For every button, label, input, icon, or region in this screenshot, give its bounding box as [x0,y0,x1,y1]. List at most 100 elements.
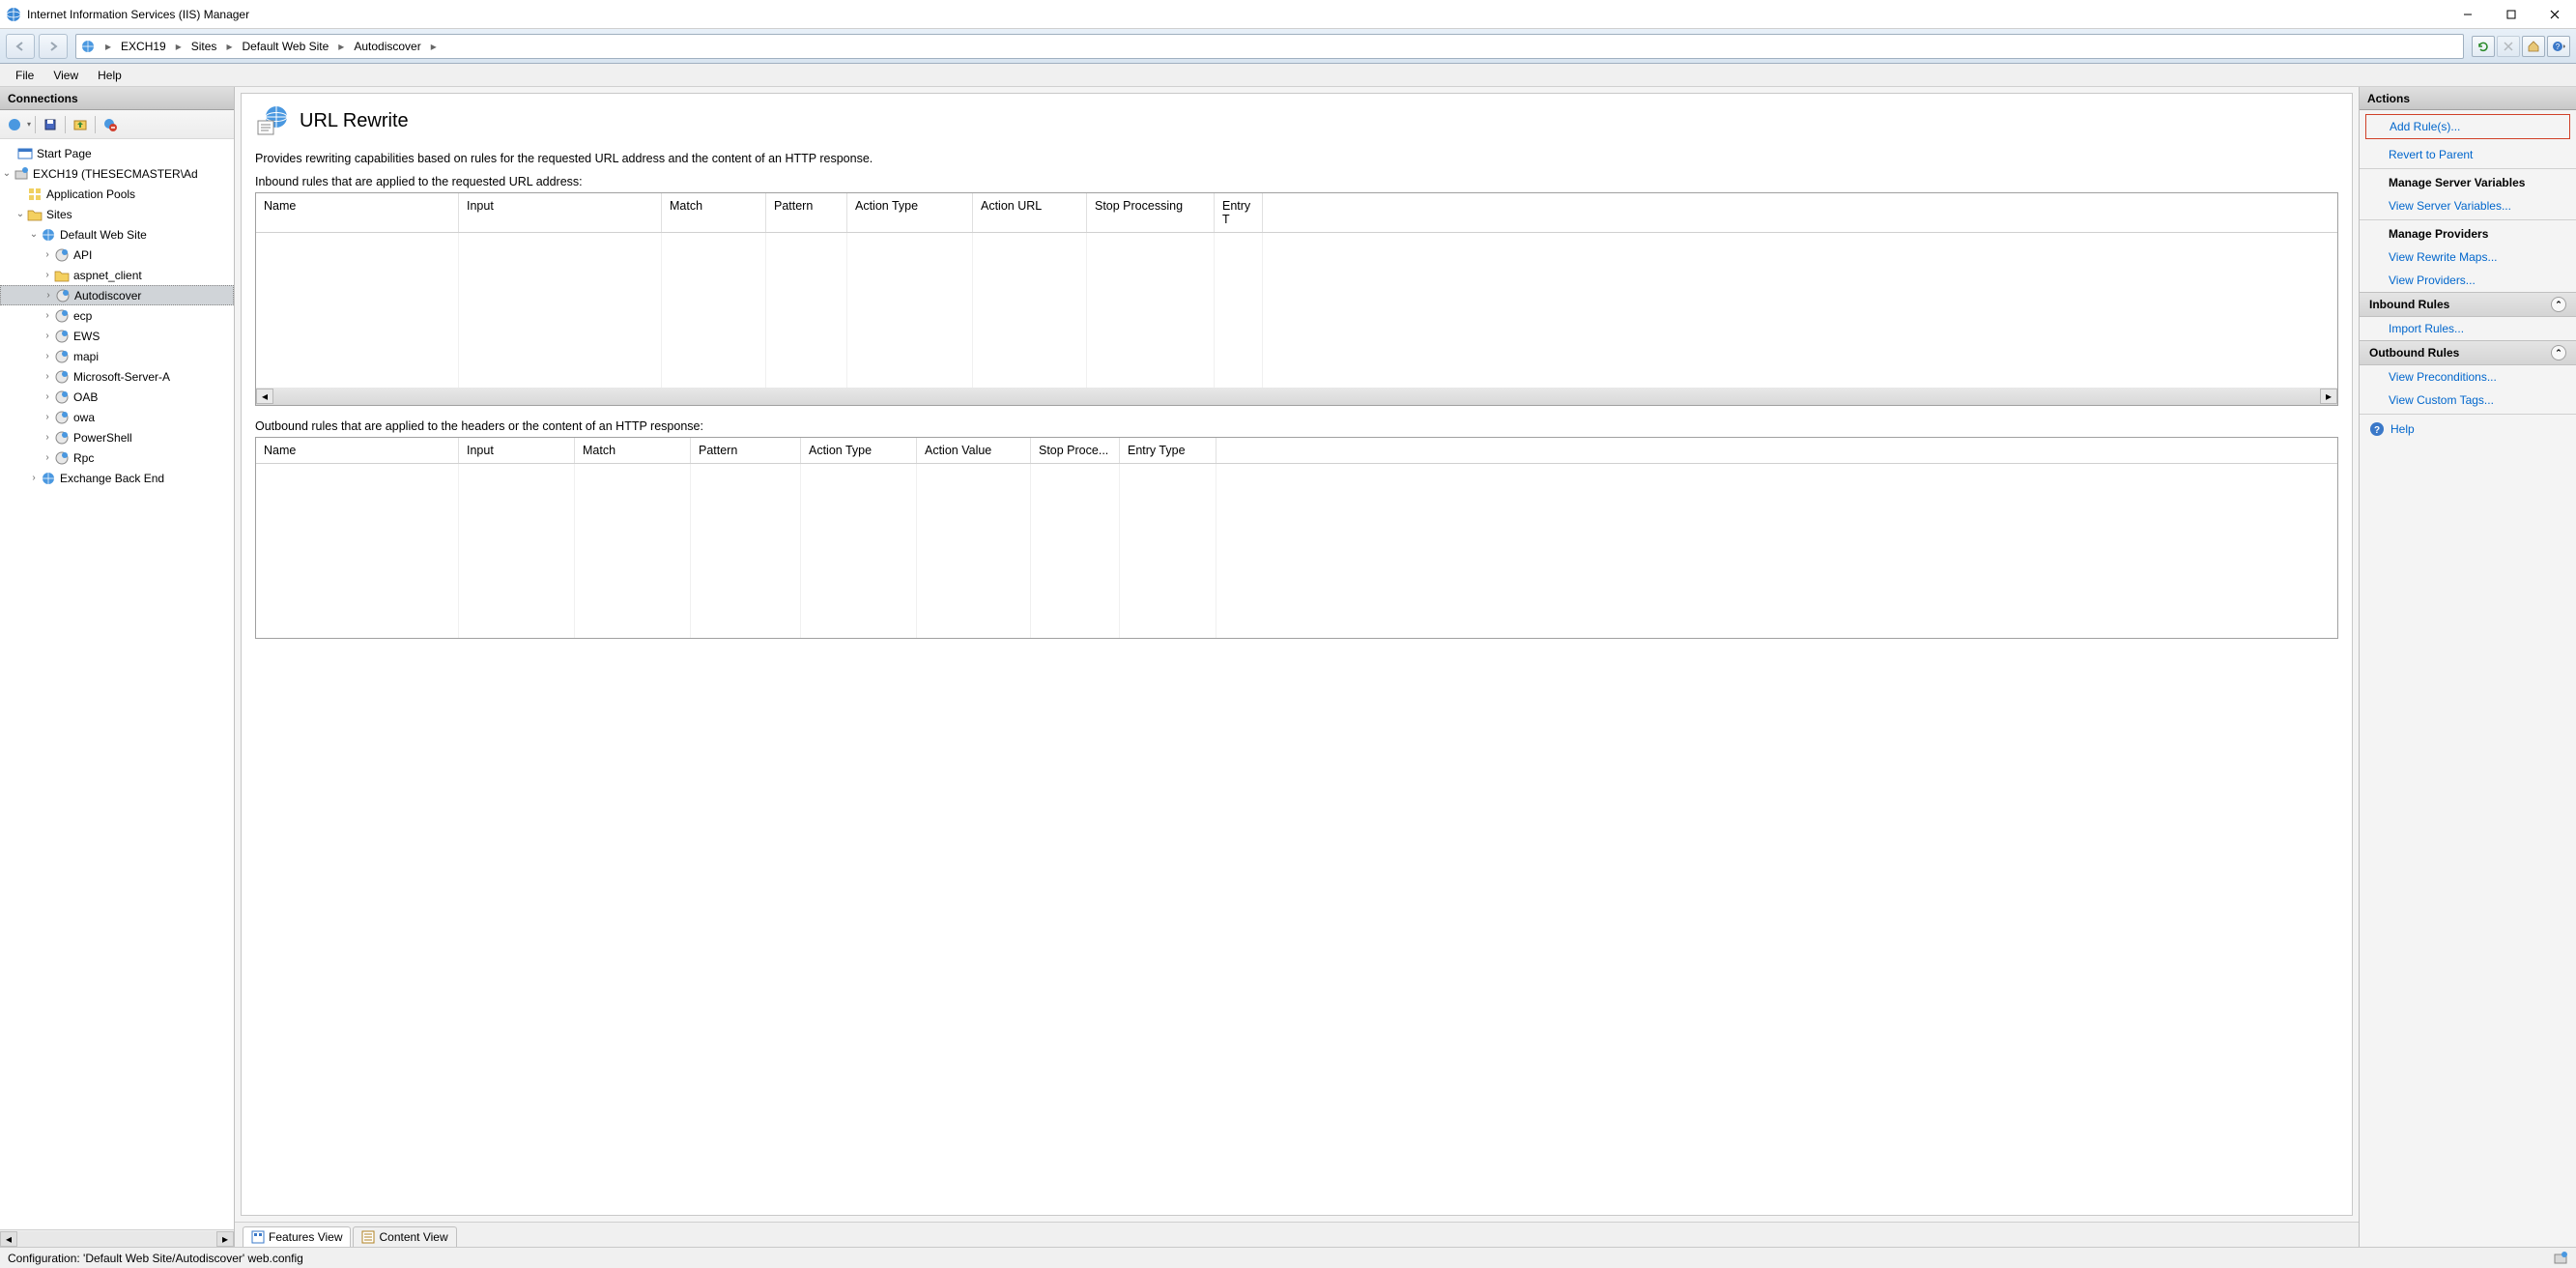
column-header[interactable]: Pattern [691,438,801,463]
tree-toggle[interactable]: › [41,412,54,422]
column-header[interactable]: Input [459,193,662,232]
scroll-right-button[interactable]: ▸ [216,1231,234,1247]
view-tabs: Features View Content View [235,1222,2359,1247]
menu-help[interactable]: Help [88,66,131,85]
view-rewrite-maps-link[interactable]: View Rewrite Maps... [2360,245,2576,269]
tree-site-child[interactable]: ›Rpc [0,447,234,468]
column-header[interactable]: Match [662,193,766,232]
add-rules-button[interactable]: Add Rule(s)... [2365,114,2570,139]
column-header[interactable]: Action URL [973,193,1087,232]
tree-start-page[interactable]: Start Page [0,143,234,163]
tree-app-pools[interactable]: Application Pools [0,184,234,204]
view-server-variables-link[interactable]: View Server Variables... [2360,194,2576,217]
tree-toggle[interactable]: › [41,351,54,361]
tree-site-child[interactable]: ›Microsoft-Server-A [0,366,234,387]
breadcrumb-item[interactable]: Default Web Site [238,38,332,55]
import-rules-link[interactable]: Import Rules... [2360,317,2576,340]
view-providers-link[interactable]: View Providers... [2360,269,2576,292]
collapse-icon[interactable]: ⌃ [2551,297,2566,312]
connections-panel: Connections ▾ Start Page ⌄ EXCH19 (THESE… [0,87,235,1247]
tree-site-child[interactable]: ›Autodiscover [0,285,234,305]
features-view-tab[interactable]: Features View [243,1226,351,1247]
tree-toggle[interactable]: › [41,452,54,463]
tree-toggle[interactable]: › [41,310,54,321]
connections-tree[interactable]: Start Page ⌄ EXCH19 (THESECMASTER\Ad App… [0,139,234,1229]
tree-site-child[interactable]: ›aspnet_client [0,265,234,285]
tree-site-child[interactable]: ›PowerShell [0,427,234,447]
column-header[interactable]: Name [256,438,459,463]
tree-toggle[interactable]: ⌄ [14,209,27,219]
tree-site-child[interactable]: › OAB [0,387,234,407]
remove-connection-button[interactable] [100,114,121,135]
app-icon [54,430,70,446]
tree-toggle[interactable]: › [41,391,54,402]
revert-to-parent-link[interactable]: Revert to Parent [2360,143,2576,166]
tree-toggle[interactable]: › [41,270,54,280]
tree-site-child[interactable]: ›EWS [0,326,234,346]
menu-view[interactable]: View [43,66,88,85]
tree-toggle[interactable]: › [41,371,54,382]
content-view-tab[interactable]: Content View [353,1226,456,1247]
tree-label: OAB [73,390,98,404]
tree-toggle[interactable]: ⌄ [27,229,41,240]
tree-site-child[interactable]: ›ecp [0,305,234,326]
column-header[interactable]: Pattern [766,193,847,232]
scroll-left-button[interactable]: ◂ [256,389,273,404]
nav-back-button[interactable] [6,34,35,59]
stop-button[interactable] [2497,36,2520,57]
dropdown-arrow-icon[interactable]: ▾ [27,120,31,129]
menu-file[interactable]: File [6,66,43,85]
view-custom-tags-link[interactable]: View Custom Tags... [2360,389,2576,412]
tree-exchange-back-end[interactable]: › Exchange Back End [0,468,234,488]
column-header[interactable]: Action Type [801,438,917,463]
grid-horizontal-scrollbar[interactable]: ◂ ▸ [256,388,2337,405]
column-header[interactable]: Name [256,193,459,232]
scroll-right-button[interactable]: ▸ [2320,389,2337,404]
nav-forward-button[interactable] [39,34,68,59]
horizontal-scrollbar[interactable]: ◂ ▸ [0,1229,234,1247]
tree-toggle[interactable]: › [42,290,55,301]
connect-button[interactable] [4,114,25,135]
maximize-button[interactable] [2489,0,2533,28]
tree-sites[interactable]: ⌄ Sites [0,204,234,224]
inbound-rules-section[interactable]: Inbound Rules ⌃ [2360,292,2576,317]
save-button[interactable] [40,114,61,135]
breadcrumb-item[interactable]: Autodiscover [350,38,424,55]
tree-toggle[interactable]: › [41,331,54,341]
view-preconditions-link[interactable]: View Preconditions... [2360,365,2576,389]
scroll-left-button[interactable]: ◂ [0,1231,17,1247]
section-label: Outbound Rules [2369,346,2459,360]
help-link[interactable]: ? Help [2360,417,2576,442]
inbound-rules-grid[interactable]: NameInputMatchPatternAction TypeAction U… [255,192,2338,406]
outbound-rules-grid[interactable]: NameInputMatchPatternAction TypeAction V… [255,437,2338,639]
column-header[interactable]: Entry Type [1120,438,1216,463]
section-label: Inbound Rules [2369,298,2449,311]
breadcrumb-item[interactable]: Sites [187,38,221,55]
breadcrumb[interactable]: ▸ EXCH19 ▸ Sites ▸ Default Web Site ▸ Au… [75,34,2464,59]
tree-server[interactable]: ⌄ EXCH19 (THESECMASTER\Ad [0,163,234,184]
tree-toggle[interactable]: ⌄ [0,168,14,179]
breadcrumb-item[interactable]: EXCH19 [117,38,170,55]
tree-site-child[interactable]: ›mapi [0,346,234,366]
tree-default-web-site[interactable]: ⌄ Default Web Site [0,224,234,245]
tree-toggle[interactable]: › [41,249,54,260]
close-button[interactable] [2533,0,2576,28]
refresh-button[interactable] [2472,36,2495,57]
tree-toggle[interactable]: › [41,432,54,443]
tree-toggle[interactable]: › [27,473,41,483]
column-header[interactable]: Stop Proce... [1031,438,1120,463]
collapse-icon[interactable]: ⌃ [2551,345,2566,360]
column-header[interactable]: Match [575,438,691,463]
minimize-button[interactable] [2446,0,2489,28]
column-header[interactable]: Input [459,438,575,463]
tree-site-child[interactable]: ›API [0,245,234,265]
column-header[interactable]: Action Value [917,438,1031,463]
home-button[interactable] [2522,36,2545,57]
outbound-rules-section[interactable]: Outbound Rules ⌃ [2360,340,2576,365]
column-header[interactable]: Entry T [1215,193,1263,232]
column-header[interactable]: Action Type [847,193,973,232]
column-header[interactable]: Stop Processing [1087,193,1215,232]
tree-site-child[interactable]: ›owa [0,407,234,427]
up-level-button[interactable] [70,114,91,135]
help-dropdown-button[interactable]: ? [2547,36,2570,57]
